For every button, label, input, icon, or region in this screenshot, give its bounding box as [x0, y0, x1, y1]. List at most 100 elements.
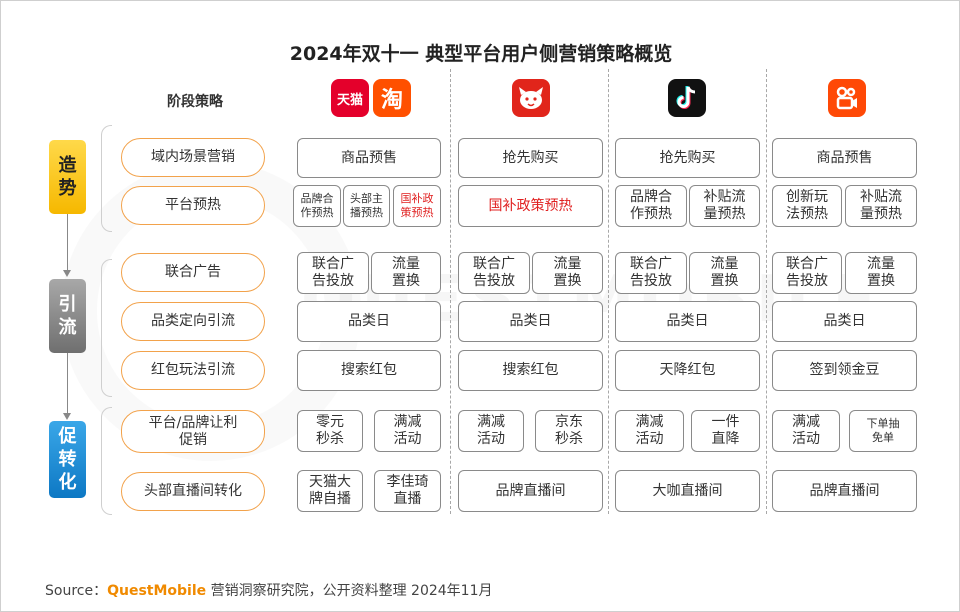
cell-text: 抢先购买: [659, 149, 716, 166]
cell-text: 大咖直播间: [652, 482, 723, 499]
cell-text: 商品预售: [341, 149, 397, 166]
jd-dog-icon: [519, 87, 543, 109]
cell-text: 一件 直降: [711, 414, 740, 447]
strategy-label: 头部直播间转化: [144, 483, 242, 499]
douyin-cell: 抢先购买: [615, 138, 760, 178]
tmall-cell: 头部主 播预热: [343, 185, 390, 227]
phase-conversion: 促 转 化: [49, 421, 86, 498]
kuaishou-cell: 补贴流 量预热: [845, 185, 917, 227]
phase-traffic: 引 流: [49, 279, 86, 353]
source-prefix: Source：: [45, 583, 108, 599]
cell-text: 创新玩 法预热: [786, 189, 828, 222]
kuaishou-cell: 满减 活动: [772, 410, 840, 452]
cell-text: 品类日: [348, 313, 390, 329]
jd-cell: 品类日: [458, 301, 603, 342]
strategy-pill: 联合广告: [121, 253, 265, 292]
cell-text: 补贴流 量预热: [703, 189, 746, 222]
tmall-cell: 品牌合 作预热: [293, 185, 341, 227]
cell-text: 下单抽 免单: [866, 417, 900, 444]
strategy-pill: 品类定向引流: [121, 302, 265, 341]
cell-text: 头部主 播预热: [350, 192, 383, 219]
tmall-cell: 天猫大 牌自播: [297, 470, 363, 512]
cell-text: 品牌直播间: [495, 482, 566, 499]
cell-text: 满减 活动: [792, 414, 820, 447]
kuaishou-cell: 品牌直播间: [772, 470, 917, 512]
phase-brace: [101, 125, 112, 232]
douyin-cell: 补贴流 量预热: [689, 185, 760, 227]
jd-cell: 抢先购买: [458, 138, 603, 178]
jd-logo: [512, 79, 550, 117]
cell-text: 流量 置换: [710, 256, 739, 289]
strategy-label: 平台预热: [165, 197, 221, 213]
kuaishou-cell: 创新玩 法预热: [772, 185, 842, 227]
phase-arrow-head: [63, 270, 71, 277]
strategy-pill: 域内场景营销: [121, 138, 265, 177]
source-suffix: 营销洞察研究院，公开资料整理 2024年11月: [206, 583, 493, 599]
cell-text: 满减 活动: [635, 414, 664, 447]
strategy-pill: 平台预热: [121, 186, 265, 225]
tmall-logo-text: 天猫: [336, 92, 363, 108]
douyin-cell: 品牌合 作预热: [615, 185, 687, 227]
cell-text: 补贴流 量预热: [860, 189, 902, 222]
douyin-logo: [668, 79, 706, 117]
cell-text: 联合广 告投放: [630, 256, 672, 289]
kuaishou-cell: 品类日: [772, 301, 917, 342]
column-separator: [608, 69, 609, 514]
tmall-cell: 零元 秒杀: [297, 410, 363, 452]
douyin-cell: 大咖直播间: [615, 470, 760, 512]
diagram-frame: QUESTMOBILE 2024年双十一 典型平台用户侧营销策略概览 阶段策略 …: [0, 0, 960, 612]
tmall-cell: 搜索红包: [297, 350, 441, 391]
cell-text: 品类日: [509, 313, 552, 329]
page-title: 2024年双十一 典型平台用户侧营销策略概览: [289, 43, 673, 65]
cell-text: 商品预售: [816, 149, 873, 166]
douyin-cell: 联合广 告投放: [615, 252, 687, 294]
jd-cell: 搜索红包: [458, 350, 603, 391]
douyin-note-icon: [676, 86, 696, 109]
cell-text: 品牌直播间: [809, 482, 880, 499]
cell-text: 天降红包: [659, 362, 716, 378]
kuaishou-cell: 签到领金豆: [772, 350, 917, 391]
jd-cell: 国补政策预热: [458, 185, 603, 227]
cell-text: 满减 活动: [393, 414, 422, 447]
cell-text: 联合广 告投放: [312, 256, 354, 289]
douyin-cell: 满减 活动: [615, 410, 684, 452]
tmall-cell: 商品预售: [297, 138, 441, 178]
cell-text: 流量 置换: [867, 256, 895, 289]
tmall-cell: 国补政 策预热: [393, 185, 441, 227]
taobao-logo-text: 淘: [380, 88, 403, 113]
kuaishou-cell: 流量 置换: [845, 252, 917, 294]
cell-text: 品类日: [666, 313, 709, 329]
phase-label: 造 势: [58, 155, 77, 199]
column-separator: [450, 69, 451, 514]
cell-text: 国补政 策预热: [400, 192, 434, 219]
strategy-pill: 红包玩法引流: [121, 351, 265, 390]
cell-text: 搜索红包: [502, 362, 559, 378]
kuaishou-camera-icon: [836, 86, 857, 110]
kuaishou-cell: 下单抽 免单: [849, 410, 917, 452]
strategy-label: 平台/品牌让利 促销: [148, 414, 238, 448]
cell-text: 李佳琦 直播: [386, 474, 429, 507]
cell-text: 天猫大 牌自播: [309, 474, 351, 507]
phase-label: 引 流: [58, 294, 77, 338]
taobao-logo: 淘: [373, 79, 411, 117]
strategy-label: 红包玩法引流: [151, 362, 235, 378]
cell-text: 零元 秒杀: [316, 414, 344, 447]
cell-text: 流量 置换: [392, 256, 420, 289]
cell-text: 流量 置换: [553, 256, 582, 289]
cell-text: 抢先购买: [502, 149, 559, 166]
tmall-cell: 品类日: [297, 301, 441, 342]
cell-text: 联合广 告投放: [473, 256, 515, 289]
jd-cell: 流量 置换: [532, 252, 603, 294]
stage-strategy-header: 阶段策略: [167, 94, 223, 110]
cell-text: 搜索红包: [341, 362, 397, 378]
phase-brace: [101, 259, 112, 397]
cell-text: 品牌合 作预热: [300, 192, 334, 219]
phase-arrow-head: [63, 413, 71, 420]
tmall-cell: 联合广 告投放: [297, 252, 369, 294]
column-separator: [766, 69, 767, 514]
cell-text: 国补政策预热: [488, 197, 573, 214]
douyin-cell: 天降红包: [615, 350, 760, 391]
douyin-cell: 一件 直降: [691, 410, 760, 452]
cell-text: 品牌合 作预热: [630, 189, 672, 222]
kuaishou-cell: 商品预售: [772, 138, 917, 178]
